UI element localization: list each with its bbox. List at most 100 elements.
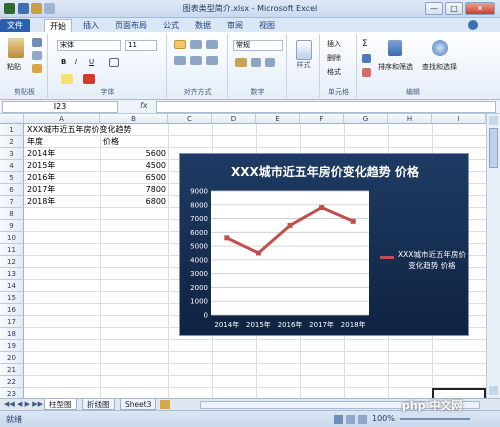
cell-a5[interactable]: 2016年: [27, 172, 55, 184]
row-header[interactable]: 15: [0, 292, 24, 304]
column-header[interactable]: I: [432, 114, 486, 124]
cell-a6[interactable]: 2017年: [27, 184, 55, 196]
scroll-up-icon[interactable]: [489, 116, 498, 125]
name-box[interactable]: I23: [2, 101, 118, 113]
scroll-down-icon[interactable]: [489, 386, 498, 395]
tab-home[interactable]: 开始: [44, 19, 72, 32]
autosum-icon[interactable]: Σ: [362, 39, 368, 49]
line-chart[interactable]: XXX城市近五年房价变化趋势 价格 0 1000 2000 3000 4000 5000 6…: [179, 153, 469, 336]
format-cells-button[interactable]: 格式: [327, 67, 341, 77]
row-header[interactable]: 17: [0, 316, 24, 328]
font-color-icon[interactable]: [83, 74, 95, 84]
row-header[interactable]: 11: [0, 244, 24, 256]
row-header[interactable]: 22: [0, 376, 24, 388]
zoom-level[interactable]: 100%: [372, 414, 395, 423]
align-left-icon[interactable]: [174, 56, 186, 65]
select-all-corner[interactable]: [0, 114, 24, 124]
column-header[interactable]: A: [24, 114, 100, 124]
merge-center-icon[interactable]: [206, 56, 218, 65]
row-header[interactable]: 4: [0, 160, 24, 172]
cell-b2[interactable]: 价格: [103, 136, 119, 148]
wrap-text-icon[interactable]: [206, 40, 218, 49]
normal-view-icon[interactable]: [334, 415, 343, 424]
paste-button[interactable]: 粘贴: [7, 62, 21, 72]
fill-color-icon[interactable]: [61, 74, 73, 84]
sheet-nav-icon[interactable]: ◀◀ ◀ ▶ ▶▶: [4, 400, 43, 408]
cut-icon[interactable]: [32, 38, 42, 47]
zoom-slider[interactable]: [400, 418, 470, 420]
find-select-button[interactable]: 查找和选择: [422, 62, 457, 72]
sheet-tab-sheet3[interactable]: Sheet3: [120, 399, 157, 410]
column-header[interactable]: F: [300, 114, 344, 124]
cell-b6[interactable]: 7800: [100, 184, 166, 196]
cell-b5[interactable]: 6500: [100, 172, 166, 184]
insert-cells-button[interactable]: 插入: [327, 39, 341, 49]
column-header[interactable]: G: [344, 114, 388, 124]
cell-a4[interactable]: 2015年: [27, 160, 55, 172]
styles-icon[interactable]: [296, 40, 312, 60]
styles-group-label[interactable]: 样式: [288, 60, 319, 70]
cell-b3[interactable]: 5600: [100, 148, 166, 160]
column-header[interactable]: H: [388, 114, 432, 124]
row-header[interactable]: 16: [0, 304, 24, 316]
row-header[interactable]: 1: [0, 124, 24, 136]
row-header[interactable]: 5: [0, 172, 24, 184]
find-select-icon[interactable]: [432, 40, 448, 56]
scroll-thumb[interactable]: [489, 128, 498, 168]
cell-a2[interactable]: 年度: [27, 136, 43, 148]
row-header[interactable]: 7: [0, 196, 24, 208]
help-icon[interactable]: [468, 20, 478, 30]
fx-icon[interactable]: fx: [140, 101, 148, 110]
sheet-tab-line-chart[interactable]: 折线图: [82, 399, 115, 410]
formula-input[interactable]: [156, 101, 496, 113]
row-header[interactable]: 6: [0, 184, 24, 196]
cell-a1[interactable]: XXX城市近五年房价变化趋势: [27, 124, 131, 136]
cell-b7[interactable]: 6800: [100, 196, 166, 208]
paste-icon[interactable]: [8, 38, 24, 58]
number-format-select[interactable]: 常规: [233, 40, 283, 51]
font-name-select[interactable]: 宋体: [57, 40, 121, 51]
close-button[interactable]: ✕: [465, 2, 495, 15]
tab-review[interactable]: 审阅: [222, 19, 248, 32]
row-header[interactable]: 23: [0, 388, 24, 398]
row-header[interactable]: 14: [0, 280, 24, 292]
align-center-icon[interactable]: [190, 56, 202, 65]
format-painter-icon[interactable]: [32, 64, 42, 73]
column-header[interactable]: C: [168, 114, 212, 124]
tab-formulas[interactable]: 公式: [158, 19, 184, 32]
page-break-view-icon[interactable]: [358, 415, 367, 424]
sort-filter-icon[interactable]: [388, 40, 402, 56]
row-header[interactable]: 20: [0, 352, 24, 364]
cell-a3[interactable]: 2014年: [27, 148, 55, 160]
cell-a7[interactable]: 2018年: [27, 196, 55, 208]
cell-b4[interactable]: 4500: [100, 160, 166, 172]
fill-icon[interactable]: [362, 54, 371, 63]
clear-icon[interactable]: [362, 68, 371, 77]
row-header[interactable]: 13: [0, 268, 24, 280]
underline-button[interactable]: U: [89, 58, 94, 66]
italic-button[interactable]: I: [75, 58, 77, 66]
tab-view[interactable]: 视图: [254, 19, 280, 32]
row-header[interactable]: 8: [0, 208, 24, 220]
sheet-tab-bar-chart[interactable]: 柱型图: [44, 399, 77, 410]
row-header[interactable]: 10: [0, 232, 24, 244]
align-top-icon[interactable]: [174, 40, 186, 49]
minimize-button[interactable]: —: [425, 2, 443, 15]
maximize-button[interactable]: □: [445, 2, 463, 15]
align-middle-icon[interactable]: [190, 40, 202, 49]
comma-icon[interactable]: [265, 58, 275, 67]
vertical-scrollbar[interactable]: [486, 114, 500, 398]
tab-insert[interactable]: 插入: [78, 19, 104, 32]
font-size-select[interactable]: 11: [125, 40, 157, 51]
column-header[interactable]: D: [212, 114, 256, 124]
sort-filter-button[interactable]: 排序和筛选: [378, 62, 413, 72]
delete-cells-button[interactable]: 删除: [327, 53, 341, 63]
row-header[interactable]: 21: [0, 364, 24, 376]
tab-page-layout[interactable]: 页面布局: [110, 19, 152, 32]
new-sheet-icon[interactable]: [160, 400, 170, 409]
column-header[interactable]: E: [256, 114, 300, 124]
page-layout-view-icon[interactable]: [346, 415, 355, 424]
bold-button[interactable]: B: [61, 58, 66, 66]
currency-icon[interactable]: [235, 58, 247, 67]
percent-icon[interactable]: [251, 58, 261, 67]
